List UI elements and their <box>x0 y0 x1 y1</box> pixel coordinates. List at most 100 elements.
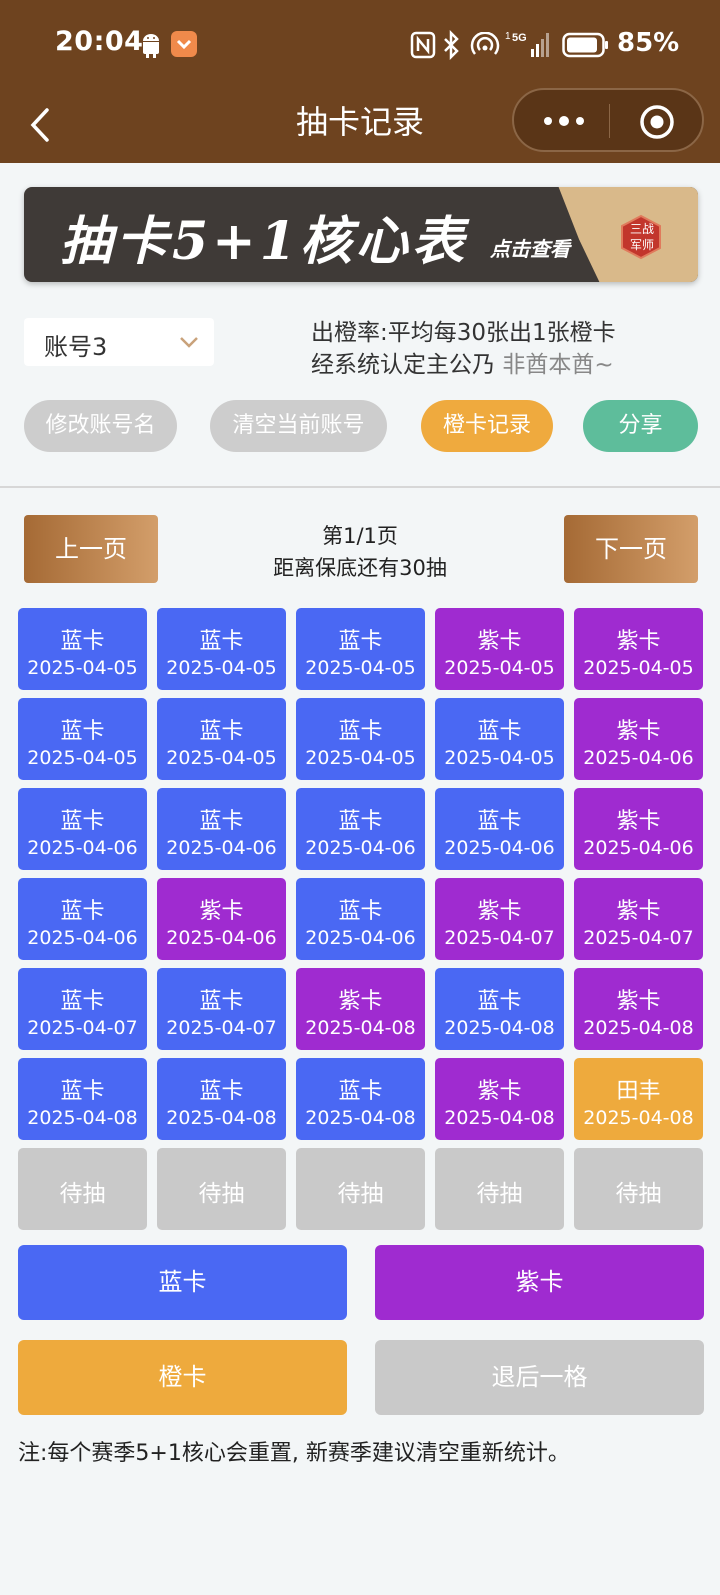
card-record[interactable]: 蓝卡 2025-04-06 <box>296 788 425 870</box>
card-type-label: 蓝卡 <box>199 989 244 1014</box>
undo-button[interactable]: 退后一格 <box>375 1340 704 1415</box>
pending-card-slot[interactable]: 待抽 <box>157 1148 286 1230</box>
account-select-value: 账号3 <box>44 333 108 361</box>
close-miniprogram-icon[interactable] <box>638 103 676 141</box>
pending-card-slot[interactable]: 待抽 <box>18 1148 147 1230</box>
banner-title: 抽卡5+1核心表 <box>60 211 468 272</box>
card-type-label: 蓝卡 <box>199 629 244 654</box>
card-type-label: 待抽 <box>337 1181 384 1207</box>
card-type-label: 蓝卡 <box>60 629 105 654</box>
card-record[interactable]: 紫卡 2025-04-07 <box>435 878 564 960</box>
page-number: 第1/1页 <box>322 524 398 548</box>
card-type-label: 紫卡 <box>477 899 522 924</box>
card-record[interactable]: 蓝卡 2025-04-05 <box>18 698 147 780</box>
card-record[interactable]: 紫卡 2025-04-08 <box>574 968 703 1050</box>
card-date: 2025-04-08 <box>444 1107 555 1129</box>
card-record[interactable]: 紫卡 2025-04-08 <box>296 968 425 1050</box>
card-record[interactable]: 蓝卡 2025-04-05 <box>435 698 564 780</box>
card-record[interactable]: 蓝卡 2025-04-07 <box>157 968 286 1050</box>
pending-card-slot[interactable]: 待抽 <box>435 1148 564 1230</box>
add-purple-card-button[interactable]: 紫卡 <box>375 1245 704 1320</box>
battery-icon <box>562 32 608 58</box>
miniprogram-capsule <box>512 88 704 152</box>
season-note: 注:每个赛季5+1核心会重置, 新赛季建议清空重新统计。 <box>18 1441 570 1466</box>
card-record[interactable]: 蓝卡 2025-04-06 <box>18 878 147 960</box>
card-record[interactable]: 蓝卡 2025-04-08 <box>18 1058 147 1140</box>
card-record[interactable]: 紫卡 2025-04-07 <box>574 878 703 960</box>
card-type-label: 蓝卡 <box>60 809 105 834</box>
card-record[interactable]: 蓝卡 2025-04-07 <box>18 968 147 1050</box>
svg-text:1: 1 <box>505 31 511 42</box>
card-date: 2025-04-05 <box>166 657 277 679</box>
card-record[interactable]: 蓝卡 2025-04-05 <box>296 698 425 780</box>
card-type-label: 蓝卡 <box>477 809 522 834</box>
card-record[interactable]: 紫卡 2025-04-05 <box>435 608 564 690</box>
nav-bar: 抽卡记录 <box>0 88 720 163</box>
card-record[interactable]: 蓝卡 2025-04-05 <box>157 698 286 780</box>
card-record[interactable]: 紫卡 2025-04-06 <box>157 878 286 960</box>
card-type-label: 待抽 <box>59 1181 106 1207</box>
more-icon[interactable] <box>540 108 588 134</box>
card-date: 2025-04-06 <box>27 837 138 859</box>
pending-card-slot[interactable]: 待抽 <box>574 1148 703 1230</box>
card-date: 2025-04-05 <box>444 747 555 769</box>
card-type-label: 蓝卡 <box>199 809 244 834</box>
seal-text: 三战 军师 <box>620 221 664 253</box>
card-type-label: 蓝卡 <box>60 1079 105 1104</box>
card-date: 2025-04-08 <box>305 1107 416 1129</box>
card-record[interactable]: 紫卡 2025-04-08 <box>435 1058 564 1140</box>
hotspot-icon <box>470 32 500 55</box>
card-record[interactable]: 蓝卡 2025-04-08 <box>157 1058 286 1140</box>
card-date: 2025-04-06 <box>305 927 416 949</box>
capsule-divider <box>609 104 610 138</box>
clear-account-button[interactable]: 清空当前账号 <box>210 400 387 452</box>
card-type-label: 蓝卡 <box>338 1079 383 1104</box>
add-blue-card-button[interactable]: 蓝卡 <box>18 1245 347 1320</box>
card-record[interactable]: 蓝卡 2025-04-06 <box>296 878 425 960</box>
card-date: 2025-04-05 <box>305 747 416 769</box>
card-record[interactable]: 紫卡 2025-04-05 <box>574 608 703 690</box>
card-date: 2025-04-06 <box>166 927 277 949</box>
card-record[interactable]: 蓝卡 2025-04-05 <box>296 608 425 690</box>
card-record[interactable]: 蓝卡 2025-04-06 <box>435 788 564 870</box>
card-record[interactable]: 紫卡 2025-04-06 <box>574 698 703 780</box>
card-date: 2025-04-05 <box>444 657 555 679</box>
core-table-banner[interactable]: 抽卡5+1核心表 点击查看 三战 军师 <box>24 187 698 282</box>
card-date: 2025-04-06 <box>583 747 694 769</box>
prev-page-button[interactable]: 上一页 <box>24 515 158 583</box>
card-record[interactable]: 蓝卡 2025-04-08 <box>296 1058 425 1140</box>
card-type-label: 紫卡 <box>338 989 383 1014</box>
card-record[interactable]: 蓝卡 2025-04-08 <box>435 968 564 1050</box>
card-record[interactable]: 紫卡 2025-04-06 <box>574 788 703 870</box>
card-record[interactable]: 蓝卡 2025-04-06 <box>18 788 147 870</box>
card-date: 2025-04-08 <box>444 1017 555 1039</box>
card-date: 2025-04-05 <box>166 747 277 769</box>
seal-line-2: 军师 <box>629 238 654 252</box>
card-date: 2025-04-06 <box>27 927 138 949</box>
card-date: 2025-04-06 <box>166 837 277 859</box>
account-select[interactable]: 账号3 <box>24 318 214 366</box>
share-button[interactable]: 分享 <box>583 400 698 452</box>
card-type-label: 蓝卡 <box>60 719 105 744</box>
rename-account-button[interactable]: 修改账号名 <box>24 400 177 452</box>
card-type-label: 蓝卡 <box>60 989 105 1014</box>
card-date: 2025-04-08 <box>27 1107 138 1129</box>
verdict-prefix: 经系统认定主公乃 <box>311 352 495 378</box>
next-page-button[interactable]: 下一页 <box>564 515 698 583</box>
card-record[interactable]: 蓝卡 2025-04-05 <box>157 608 286 690</box>
card-type-label: 蓝卡 <box>338 629 383 654</box>
orange-record-button[interactable]: 橙卡记录 <box>421 400 553 452</box>
add-orange-card-button[interactable]: 橙卡 <box>18 1340 347 1415</box>
card-type-label: 紫卡 <box>199 899 244 924</box>
card-record[interactable]: 田丰 2025-04-08 <box>574 1058 703 1140</box>
card-type-label: 待抽 <box>198 1181 245 1207</box>
android-icon <box>143 34 159 58</box>
card-type-label: 田丰 <box>616 1079 661 1104</box>
card-record[interactable]: 蓝卡 2025-04-06 <box>157 788 286 870</box>
card-record[interactable]: 蓝卡 2025-04-05 <box>18 608 147 690</box>
card-date: 2025-04-06 <box>583 837 694 859</box>
section-divider <box>0 486 720 488</box>
signal-icon: 1 5G <box>505 31 549 57</box>
card-type-label: 蓝卡 <box>477 989 522 1014</box>
pending-card-slot[interactable]: 待抽 <box>296 1148 425 1230</box>
